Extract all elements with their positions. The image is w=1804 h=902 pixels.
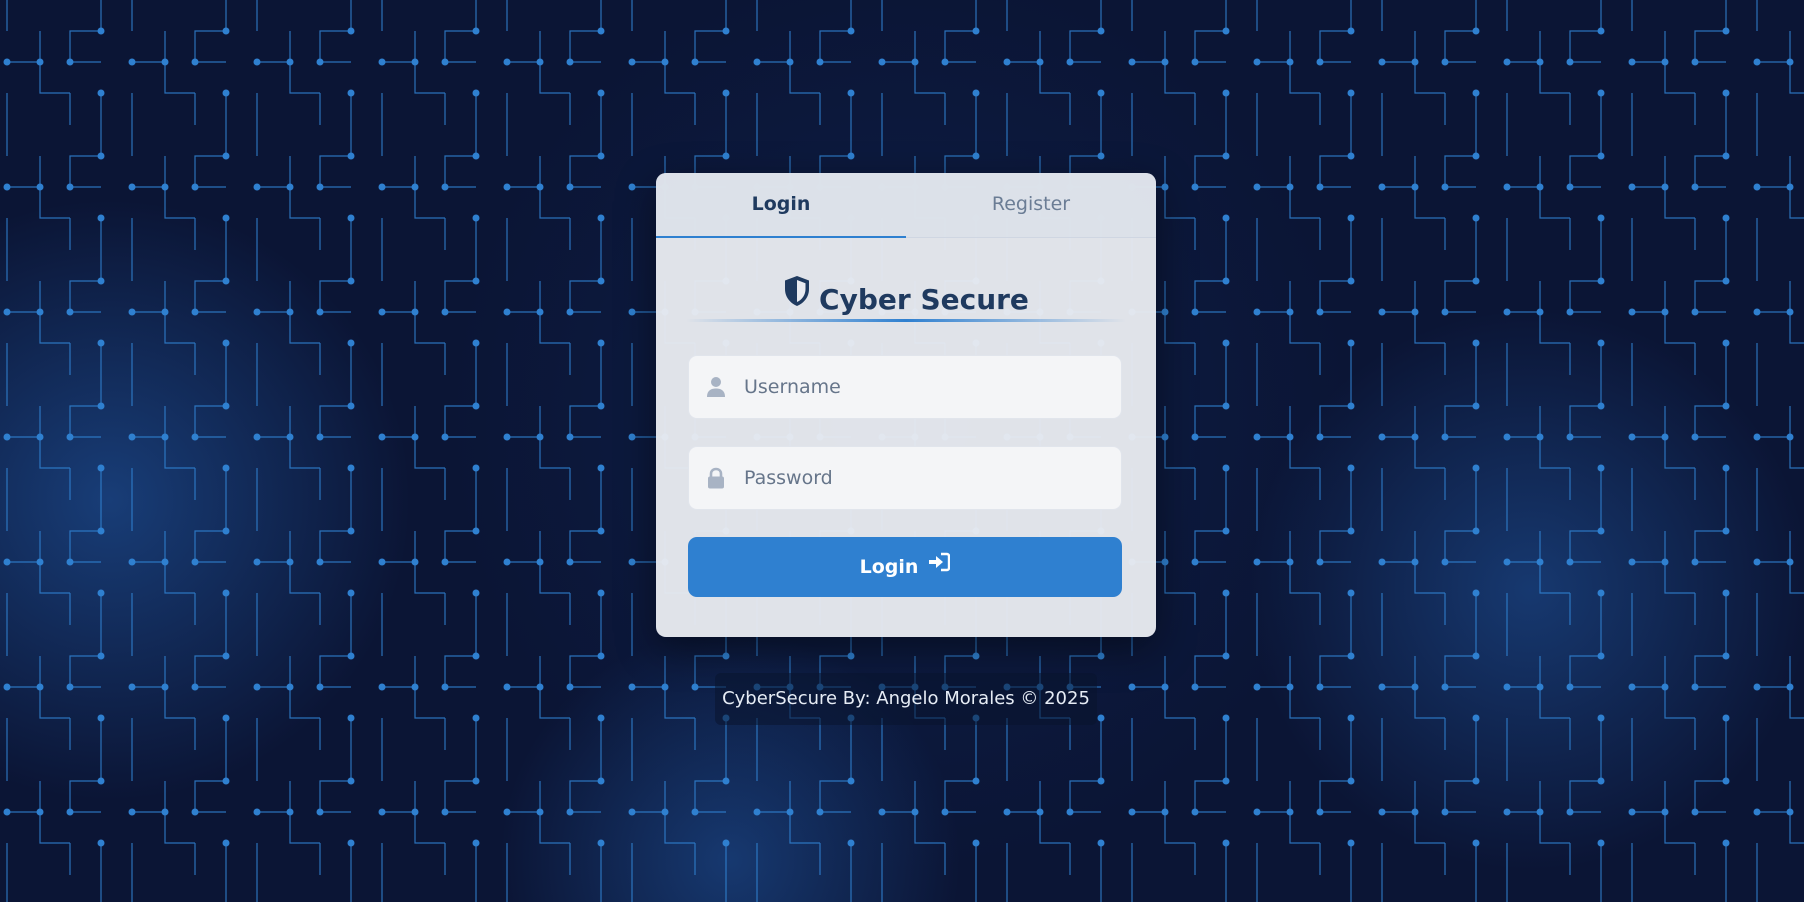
brand-divider — [686, 319, 1126, 322]
user-icon — [705, 376, 727, 398]
login-button-label: Login — [859, 556, 919, 578]
sign-in-icon — [928, 536, 951, 596]
auth-card: Login Register Cyber Secure Username Log… — [656, 173, 1156, 637]
auth-tabs: Login Register — [656, 173, 1156, 238]
brand-title: Cyber Secure — [819, 283, 1029, 316]
login-button[interactable]: Login — [688, 537, 1122, 597]
lock-icon — [705, 467, 727, 489]
shield-icon — [783, 275, 811, 321]
tab-login[interactable]: Login — [656, 173, 906, 238]
password-field — [688, 446, 1122, 510]
tab-register[interactable]: Register — [906, 173, 1156, 237]
password-input[interactable] — [744, 447, 1114, 509]
username-field — [688, 355, 1122, 419]
footer-credit: CyberSecure By: Angelo Morales © 2025 — [715, 673, 1097, 725]
brand-heading: Cyber Secure — [656, 275, 1156, 323]
username-input[interactable] — [744, 356, 1114, 418]
